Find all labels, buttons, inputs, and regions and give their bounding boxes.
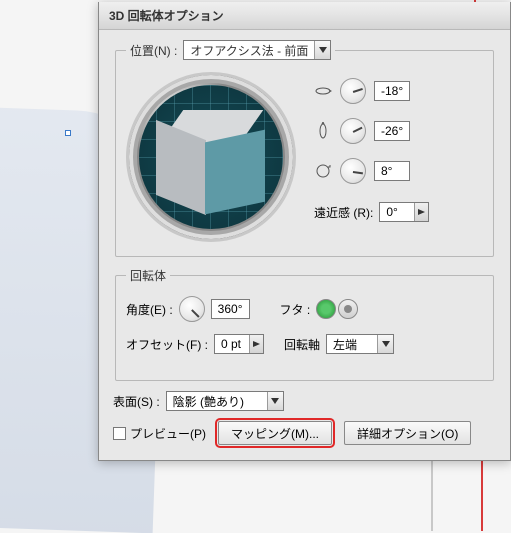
rotate-x-value: -18° <box>375 84 409 98</box>
offset-value: 0 pt <box>215 337 249 351</box>
rotate-y-dial[interactable] <box>340 118 366 144</box>
chevron-down-icon <box>314 41 330 59</box>
surface-label: 表面(S) : <box>113 393 160 410</box>
rotate-x-icon <box>314 82 332 100</box>
cap-on-button[interactable] <box>316 299 336 319</box>
chevron-right-icon[interactable] <box>414 203 428 221</box>
rotate-z-input[interactable]: 8° <box>374 161 410 181</box>
position-select[interactable]: オフアクシス法 - 前面 <box>183 40 331 60</box>
revolve-group: 回転体 角度(E) : 360° フタ : オフセット(F) : 0 pt <box>115 267 494 381</box>
perspective-label: 遠近感 (R): <box>314 204 373 221</box>
perspective-input[interactable]: 0° <box>379 202 429 222</box>
rotate-z-value: 8° <box>375 164 409 178</box>
angle-value: 360° <box>212 302 249 316</box>
cap-label: フタ : <box>280 301 311 318</box>
rotate-x-input[interactable]: -18° <box>374 81 410 101</box>
chevron-down-icon <box>267 392 283 410</box>
angle-input[interactable]: 360° <box>211 299 250 319</box>
cap-off-button[interactable] <box>338 299 358 319</box>
chevron-down-icon <box>377 335 393 353</box>
dialog-title: 3D 回転体オプション <box>109 7 224 24</box>
angle-label: 角度(E) : <box>126 301 173 318</box>
preview-label: プレビュー(P) <box>130 425 206 442</box>
mapping-button[interactable]: マッピング(M)... <box>218 421 332 445</box>
offset-label: オフセット(F) : <box>126 336 208 353</box>
3d-revolve-options-dialog: 3D 回転体オプション 位置(N) : オフアクシス法 - 前面 <box>98 2 511 461</box>
mapping-button-label: マッピング(M)... <box>231 425 319 442</box>
position-label: 位置(N) : <box>130 42 177 59</box>
axis-label: 回転軸 <box>284 336 320 353</box>
rotate-z-icon <box>314 162 332 180</box>
rotation-trackball[interactable] <box>126 72 296 242</box>
rotate-z-dial[interactable] <box>340 158 366 184</box>
axis-select-value: 左端 <box>327 336 377 353</box>
offset-input[interactable]: 0 pt <box>214 334 264 354</box>
surface-select[interactable]: 陰影 (艶あり) <box>166 391 284 411</box>
chevron-right-icon[interactable] <box>249 335 263 353</box>
preview-checkbox[interactable]: プレビュー(P) <box>113 425 206 442</box>
more-options-button-label: 詳細オプション(O) <box>357 425 458 442</box>
position-legend: 位置(N) : オフアクシス法 - 前面 <box>126 40 335 60</box>
rotate-y-input[interactable]: -26° <box>374 121 410 141</box>
rotate-y-icon <box>314 122 332 140</box>
canvas-anchor-point <box>65 130 71 136</box>
axis-select[interactable]: 左端 <box>326 334 394 354</box>
angle-dial[interactable] <box>179 296 205 322</box>
position-group: 位置(N) : オフアクシス法 - 前面 <box>115 40 494 257</box>
dialog-titlebar[interactable]: 3D 回転体オプション <box>99 2 510 30</box>
revolve-legend: 回転体 <box>126 267 170 284</box>
surface-select-value: 陰影 (艶あり) <box>167 393 267 410</box>
checkbox-icon <box>113 427 126 440</box>
rotate-x-dial[interactable] <box>340 78 366 104</box>
perspective-value: 0° <box>380 205 414 219</box>
position-select-value: オフアクシス法 - 前面 <box>184 42 314 59</box>
more-options-button[interactable]: 詳細オプション(O) <box>344 421 471 445</box>
rotate-y-value: -26° <box>375 124 409 138</box>
